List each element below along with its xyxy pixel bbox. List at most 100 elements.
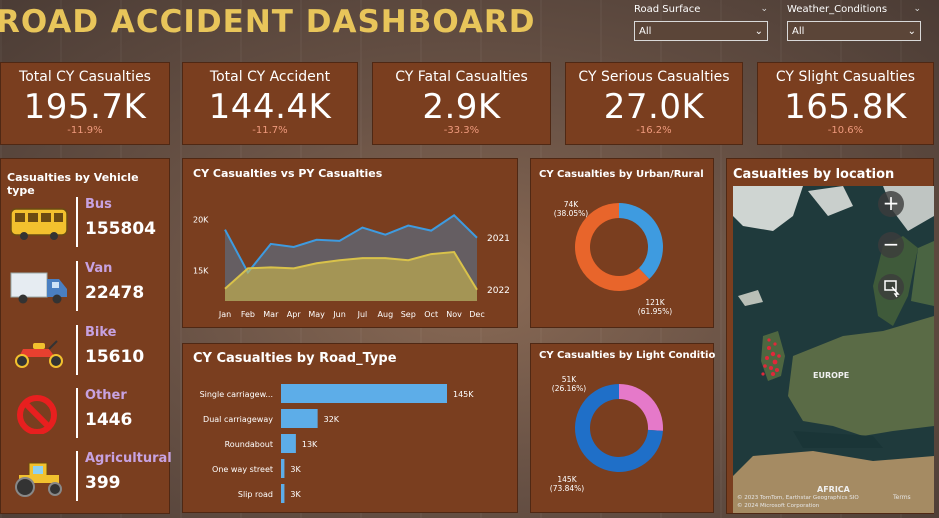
light-condition-chart-panel: CY Casualties by Light Condition 51K (26.… xyxy=(530,343,722,513)
divider xyxy=(76,325,78,375)
kpi-title: CY Fatal Casualties xyxy=(395,69,528,85)
bus-icon xyxy=(10,208,68,240)
map-credit: © 2024 Microsoft Corporation xyxy=(737,502,820,509)
series-label: 2022 xyxy=(487,286,510,296)
divider xyxy=(76,451,78,501)
x-tick-label: Jul xyxy=(357,310,368,319)
slice-label: 74K xyxy=(564,200,580,209)
bar xyxy=(281,384,447,403)
kpi-slight-casualties: CY Slight Casualties 165.8K -10.6% xyxy=(757,62,934,145)
vehicle-value: 1446 xyxy=(85,410,133,430)
vehicle-row-agricultural: Agricultural 399 xyxy=(9,449,172,505)
road-surface-select[interactable]: All ⌄ xyxy=(634,21,768,41)
category-label: Roundabout xyxy=(225,440,273,449)
prohibited-icon xyxy=(17,395,57,434)
slice-label: 51K xyxy=(562,375,578,384)
road-type-chart-panel: CY Casualties by Road_Type Single carria… xyxy=(182,343,518,513)
filter-label: Road Surface xyxy=(634,4,701,15)
y-tick-label: 20K xyxy=(193,215,209,224)
truck-icon xyxy=(10,272,67,304)
data-label: 13K xyxy=(302,440,318,449)
bar xyxy=(281,434,296,453)
x-tick-label: May xyxy=(308,310,325,319)
data-label: 3K xyxy=(290,490,301,499)
slice-percent: (38.05%) xyxy=(554,209,589,218)
kpi-fatal-casualties: CY Fatal Casualties 2.9K -33.3% xyxy=(372,62,551,145)
select-area-icon xyxy=(884,280,900,298)
x-tick-label: Jun xyxy=(332,310,346,319)
selected-value: All xyxy=(792,25,805,37)
vehicle-value: 22478 xyxy=(85,283,145,303)
zoom-out-button[interactable]: − xyxy=(878,232,904,258)
chart-title: CY Casualties by Light Condition xyxy=(539,350,715,361)
dashboard: ROAD ACCIDENT DASHBOARD Road Surface ⌄ Al… xyxy=(0,0,939,518)
vehicle-name: Agricultural xyxy=(85,451,172,466)
x-tick-label: Feb xyxy=(241,310,255,319)
vehicle-value: 399 xyxy=(85,473,121,493)
kpi-value: 165.8K xyxy=(784,87,907,127)
urban-rural-chart-panel: CY Casualties by Urban/Rural 74K (38.05%)… xyxy=(530,158,714,328)
bar xyxy=(281,409,318,428)
slice xyxy=(619,384,663,431)
vehicle-name: Other xyxy=(85,388,127,403)
panel-title: Casualties by Vehicle type xyxy=(7,171,139,197)
category-label: Slip road xyxy=(238,490,273,499)
cy-vs-py-chart: CY Casualties vs PY Casualties 2021 2022 1… xyxy=(193,167,510,319)
panel-title: Casualties by location xyxy=(733,167,895,182)
slice-percent: (61.95%) xyxy=(638,307,673,316)
kpi-title: Total CY Casualties xyxy=(19,69,151,85)
category-label: Dual carriageway xyxy=(203,415,273,424)
x-tick-label: Sep xyxy=(401,310,416,319)
kpi-title: Total CY Accident xyxy=(209,69,331,85)
weather-select[interactable]: All ⌄ xyxy=(787,21,921,41)
x-tick-label: Mar xyxy=(263,310,279,319)
vehicle-row-other: Other 1446 xyxy=(9,386,169,442)
vehicle-name: Van xyxy=(85,261,113,276)
divider xyxy=(76,197,78,247)
category-label: One way street xyxy=(212,465,273,474)
vehicle-value: 155804 xyxy=(85,219,156,239)
weather-filter[interactable]: Weather_Conditions ⌄ All ⌄ xyxy=(787,4,921,41)
kpi-title: CY Serious Casualties xyxy=(578,69,730,85)
kpi-value: 27.0K xyxy=(603,87,705,127)
tractor-icon xyxy=(15,462,62,497)
slice-percent: (26.16%) xyxy=(552,384,587,393)
kpi-title: CY Slight Casualties xyxy=(775,69,916,85)
category-label: Single carriagew... xyxy=(200,390,273,399)
map-terms-link[interactable]: Terms xyxy=(892,494,911,501)
motorbike-icon xyxy=(15,340,63,368)
kpi-change: -33.3% xyxy=(443,125,480,136)
bar xyxy=(281,484,285,503)
slice xyxy=(619,203,663,279)
x-tick-label: Jan xyxy=(218,310,231,319)
slice-label: 145K xyxy=(557,475,577,484)
kpi-total-accident: Total CY Accident 144.4K -11.7% xyxy=(182,62,358,145)
world-map[interactable]: EUROPE AFRICA © 2023 TomTom, Earthstar G… xyxy=(733,186,934,513)
road-surface-filter[interactable]: Road Surface ⌄ All ⌄ xyxy=(634,4,768,41)
chart-title: CY Casualties vs PY Casualties xyxy=(193,167,383,180)
data-label: 32K xyxy=(324,415,340,424)
location-map[interactable]: EUROPE AFRICA © 2023 TomTom, Earthstar G… xyxy=(733,186,934,513)
kpi-value: 195.7K xyxy=(23,87,147,127)
kpi-change: -16.2% xyxy=(636,125,672,136)
chart-title: CY Casualties by Urban/Rural xyxy=(539,169,704,180)
vehicle-value: 15610 xyxy=(85,347,145,367)
vehicle-row-bus: Bus 155804 xyxy=(9,195,169,251)
x-tick-label: Apr xyxy=(287,310,302,319)
road-type-chart: CY Casualties by Road_Type Single carria… xyxy=(193,351,474,503)
dashboard-title: ROAD ACCIDENT DASHBOARD xyxy=(0,4,536,40)
vehicle-row-bike: Bike 15610 xyxy=(9,323,169,379)
kpi-value: 144.4K xyxy=(208,87,332,127)
y-tick-label: 15K xyxy=(193,266,209,275)
zoom-in-button[interactable]: + xyxy=(878,191,904,217)
chevron-down-icon[interactable]: ⌄ xyxy=(913,4,921,15)
vehicle-name: Bus xyxy=(85,197,112,212)
series-label: 2021 xyxy=(487,234,510,244)
select-area-button[interactable] xyxy=(878,274,904,300)
map-credit: © 2023 TomTom, Earthstar Geographics SIO xyxy=(737,494,859,501)
chevron-down-icon: ⌄ xyxy=(754,25,763,37)
divider xyxy=(76,261,78,311)
map-label-africa: AFRICA xyxy=(817,485,851,494)
chevron-down-icon[interactable]: ⌄ xyxy=(760,4,768,15)
x-tick-label: Aug xyxy=(378,310,394,319)
